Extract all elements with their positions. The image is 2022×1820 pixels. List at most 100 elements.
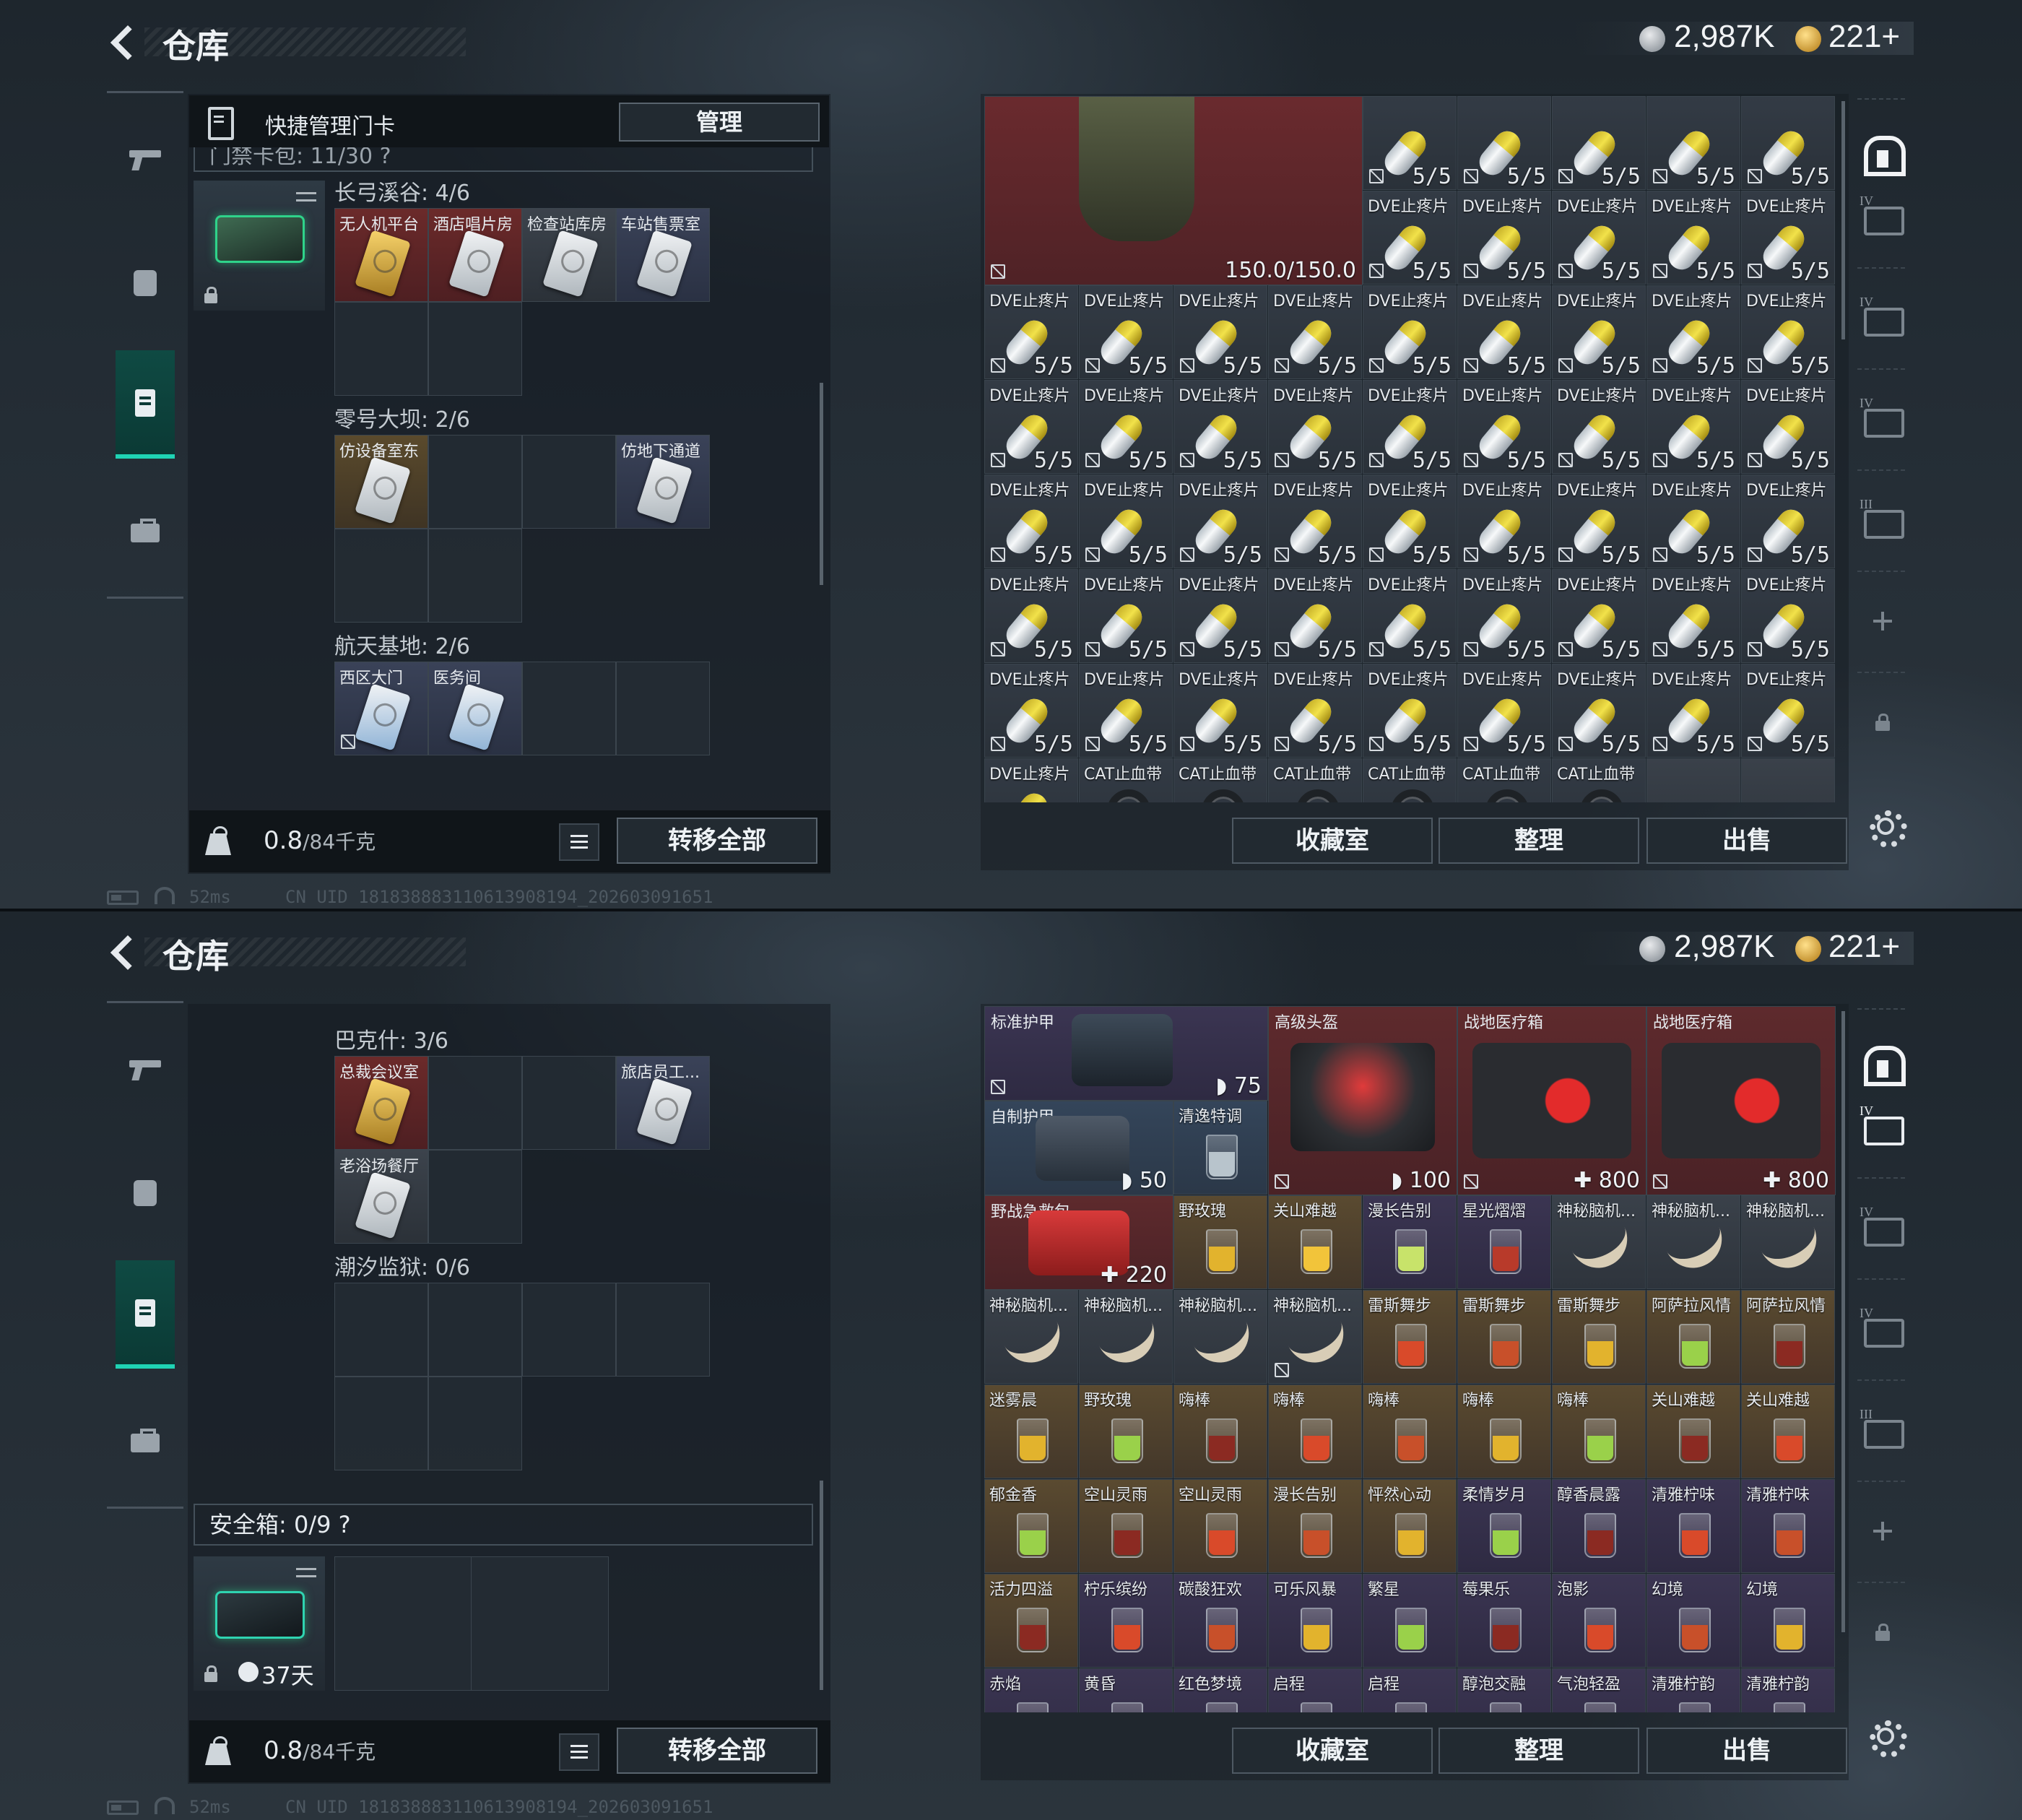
sort-button[interactable]: 整理 [1439,1728,1639,1774]
empty-slot[interactable] [1741,758,1835,802]
item-slot[interactable]: DVE止疼片 5/5 [1741,474,1835,568]
locked-tab[interactable] [1857,1611,1908,1654]
item-slot[interactable]: 关山难越 [1268,1195,1362,1289]
keycard-slot[interactable]: 仿设备室东 [334,435,428,529]
item-slot[interactable]: 黄昏 [1079,1668,1173,1712]
item-slot[interactable]: 嗨棒 [1363,1384,1457,1478]
item-slot[interactable]: 标准护甲 ◗ 75 [984,1006,1268,1101]
item-slot[interactable]: 关山难越 [1741,1384,1835,1478]
item-slot[interactable]: 嗨棒 [1457,1384,1551,1478]
item-slot[interactable]: DVE止疼片 5/5 [984,569,1078,663]
empty-slot[interactable] [428,1377,522,1470]
add-tab[interactable] [1857,599,1908,643]
item-slot[interactable]: 启程 [1363,1668,1457,1712]
item-slot[interactable]: 关山难越 [1646,1384,1740,1478]
item-slot[interactable]: 碳酸狂欢 [1173,1574,1267,1668]
item-slot[interactable]: DVE止疼片 5/5 [1552,191,1646,285]
empty-slot[interactable] [334,1556,472,1691]
item-slot[interactable]: 清雅柠味 [1646,1479,1740,1573]
item-slot[interactable]: DVE止疼片 5/5 [1268,380,1362,474]
card-holder-slot[interactable] [194,181,325,311]
item-slot[interactable]: DVE止疼片 5/5 [1363,569,1457,663]
gold-amount[interactable]: 221+ [1828,19,1900,55]
item-slot[interactable]: DVE止疼片 5/5 [1741,569,1835,663]
item-slot[interactable]: 5/5 [1741,96,1835,190]
box-tab[interactable] [1857,497,1908,542]
safe-box-slot[interactable]: 37天 [194,1556,325,1691]
empty-slot[interactable] [522,1056,616,1150]
item-slot[interactable]: 神秘脑机... [1646,1195,1740,1289]
item-slot[interactable]: CAT止血带3/4 [1457,758,1551,802]
nav-keycards[interactable] [116,350,175,459]
empty-slot[interactable] [616,1283,710,1377]
settings[interactable] [1857,802,1908,848]
item-slot[interactable]: 赤焰 [984,1668,1078,1712]
item-slot[interactable]: 漫长告别 [1363,1195,1457,1289]
back-arrow-icon[interactable] [108,936,143,971]
item-slot[interactable]: 阿萨拉风情 [1646,1290,1740,1384]
item-slot[interactable]: DVE止疼片 5/5 [984,664,1078,758]
settings[interactable] [1857,1712,1908,1758]
item-slot[interactable]: 活力四溢 [984,1574,1078,1668]
sell-button[interactable]: 出售 [1646,1728,1847,1774]
gold-coin-icon[interactable] [1795,26,1821,52]
item-slot[interactable]: DVE止疼片 5/5 [1363,474,1457,568]
item-slot[interactable]: DVE止疼片 5/5 [1741,664,1835,758]
empty-slot[interactable] [616,662,710,755]
item-slot[interactable]: DVE止疼片 5/5 [984,285,1078,379]
item-slot[interactable]: DVE止疼片 5/5 [1646,191,1740,285]
list-icon[interactable] [559,823,599,861]
collection-room-button[interactable]: 收藏室 [1232,1728,1433,1774]
item-slot[interactable]: CAT止血带4/4 [1173,758,1267,802]
item-slot[interactable]: DVE止疼片 5/5 [984,474,1078,568]
item-slot[interactable]: 战地医疗箱 ✚ 800 [1457,1006,1646,1195]
item-slot[interactable]: 雷斯舞步 [1457,1290,1551,1384]
box-tab[interactable] [1857,295,1908,339]
item-slot[interactable]: DVE止疼片 5/5 [1741,285,1835,379]
nav-backpack[interactable] [116,228,175,336]
item-slot[interactable]: 郁金香 [984,1479,1078,1573]
item-slot[interactable]: DVE止疼片 5/5 [1079,380,1173,474]
item-slot[interactable]: DVE止疼片 5/5 [1646,285,1740,379]
empty-slot[interactable] [1646,758,1740,802]
item-slot[interactable]: 泡影 [1552,1574,1646,1668]
box-tab[interactable] [1857,1205,1908,1249]
empty-slot[interactable] [334,1377,428,1470]
empty-slot[interactable] [428,435,522,529]
item-slot[interactable]: DVE止疼片 5/5 [1646,569,1740,663]
left-scrollbar[interactable] [820,1481,823,1690]
swap-icon[interactable] [295,1562,319,1582]
item-slot[interactable]: DVE止疼片 5/5 [1552,380,1646,474]
item-slot[interactable]: DVE止疼片 5/5 [1457,380,1551,474]
empty-slot[interactable] [522,662,616,755]
transfer-all-button[interactable]: 转移全部 [617,1728,817,1774]
keycard-slot[interactable]: 仿地下通道 [616,435,710,529]
empty-slot[interactable] [428,1283,522,1377]
manage-button[interactable]: 管理 [619,103,820,142]
item-slot[interactable]: DVE止疼片 5/5 [1457,285,1551,379]
item-slot[interactable]: 阿萨拉风情 [1741,1290,1835,1384]
empty-slot[interactable] [428,529,522,623]
item-slot[interactable]: 神秘脑机... [1268,1290,1362,1384]
item-slot[interactable]: 星光熠熠 [1457,1195,1551,1289]
item-slot[interactable]: 启程 [1268,1668,1362,1712]
item-slot[interactable]: DVE止疼片 5/5 [1268,664,1362,758]
item-slot[interactable]: 5/5 [1646,96,1740,190]
empty-slot[interactable] [522,1283,616,1377]
item-slot[interactable]: 怦然心动 [1363,1479,1457,1573]
item-slot[interactable]: 神秘脑机... [1079,1290,1173,1384]
item-slot[interactable]: DVE止疼片 5/5 [1268,285,1362,379]
keycard-slot[interactable]: 酒店唱片房 [428,208,522,302]
keycard-slot[interactable]: 旅店员工... [616,1056,710,1150]
item-slot[interactable]: 自制护甲 ◗ 50 [984,1101,1173,1195]
item-slot[interactable]: CAT止血带3/4 [1552,758,1646,802]
locked-tab[interactable] [1857,701,1908,744]
box-add-tab[interactable] [1857,194,1908,238]
item-slot[interactable]: 醇香晨露 [1552,1479,1646,1573]
empty-slot[interactable] [334,1283,428,1377]
item-slot[interactable]: DVE止疼片 5/5 [1268,474,1362,568]
keycard-slot[interactable]: 检查站库房 [522,208,616,302]
item-slot[interactable]: DVE止疼片4/5 [984,758,1078,802]
item-slot[interactable]: 战地医疗箱 ✚ 800 [1646,1006,1836,1195]
item-slot[interactable]: 漫长告别 [1268,1479,1362,1573]
